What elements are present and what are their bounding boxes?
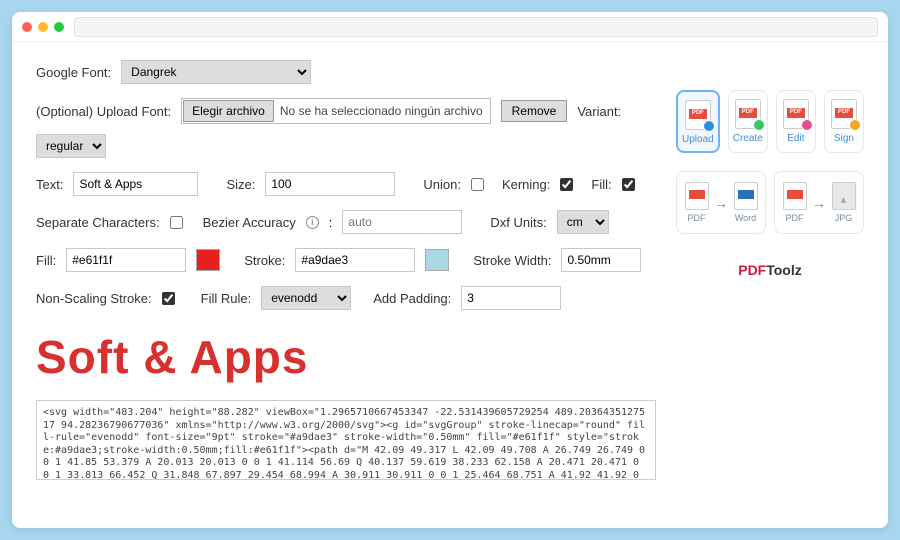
tool-label: Create [733, 133, 763, 144]
window-controls [22, 22, 64, 32]
sign-badge-icon [849, 119, 861, 131]
upload-badge-icon [703, 120, 715, 132]
maximize-icon[interactable] [54, 22, 64, 32]
kerning-label: Kerning: [502, 177, 550, 192]
variant-select[interactable]: regular [36, 134, 106, 158]
conv-to-label: Word [735, 213, 756, 223]
stroke-width-input[interactable] [561, 248, 641, 272]
word-icon [734, 182, 758, 210]
edit-badge-icon [801, 119, 813, 131]
main-form: Google Font: Dangrek (Optional) Upload F… [36, 60, 656, 516]
pdf-icon [831, 99, 857, 129]
tools-row: Upload Create Edit Sign [676, 90, 864, 153]
pdf-icon [685, 182, 709, 210]
fill-input[interactable] [66, 248, 186, 272]
choose-file-button[interactable]: Elegir archivo [183, 100, 274, 122]
conv-from-label: PDF [688, 213, 706, 223]
tool-label: Edit [787, 133, 804, 144]
pdf-icon [685, 100, 711, 130]
jpg-icon [832, 182, 856, 210]
fill-rule-select[interactable]: evenodd [261, 286, 351, 310]
stroke-label: Stroke: [244, 253, 285, 268]
stroke-swatch[interactable] [425, 249, 449, 271]
google-font-label: Google Font: [36, 65, 111, 80]
pdf-icon [735, 99, 761, 129]
conv-from-label: PDF [786, 213, 804, 223]
upload-font-label: (Optional) Upload Font: [36, 104, 171, 119]
convert-pdf-jpg[interactable]: PDF → JPG [774, 171, 864, 234]
fill-label: Fill: [36, 253, 56, 268]
union-checkbox[interactable] [471, 178, 484, 191]
dxf-select[interactable]: cm [557, 210, 609, 234]
brand-toolz: Toolz [766, 262, 802, 278]
minimize-icon[interactable] [38, 22, 48, 32]
content-area: Google Font: Dangrek (Optional) Upload F… [12, 42, 888, 528]
non-scaling-label: Non-Scaling Stroke: [36, 291, 152, 306]
google-font-select[interactable]: Dangrek [121, 60, 311, 84]
padding-label: Add Padding: [373, 291, 451, 306]
title-bar [12, 12, 888, 42]
url-bar[interactable] [74, 17, 878, 37]
padding-input[interactable] [461, 286, 561, 310]
preview-text: Soft & Apps [36, 324, 656, 386]
variant-label: Variant: [577, 104, 621, 119]
brand-logo: PDFToolz [676, 262, 864, 278]
sep-chars-label: Separate Characters: [36, 215, 160, 230]
bezier-label: Bezier Accuracy [203, 215, 296, 230]
dxf-label: Dxf Units: [490, 215, 546, 230]
convert-pdf-word[interactable]: PDF → Word [676, 171, 766, 234]
bezier-input[interactable] [342, 210, 462, 234]
size-input[interactable] [265, 172, 395, 196]
union-label: Union: [423, 177, 461, 192]
tool-edit[interactable]: Edit [776, 90, 816, 153]
fill-toggle-checkbox[interactable] [622, 178, 635, 191]
stroke-width-label: Stroke Width: [473, 253, 551, 268]
app-window: Google Font: Dangrek (Optional) Upload F… [12, 12, 888, 528]
tool-sign[interactable]: Sign [824, 90, 864, 153]
kerning-checkbox[interactable] [560, 178, 573, 191]
conv-to-label: JPG [835, 213, 853, 223]
brand-pdf: PDF [738, 262, 766, 278]
remove-button[interactable]: Remove [501, 100, 568, 122]
size-label: Size: [226, 177, 255, 192]
non-scaling-checkbox[interactable] [162, 292, 175, 305]
svg-output[interactable]: <svg width="483.204" height="88.282" vie… [36, 400, 656, 480]
tool-label: Sign [834, 133, 854, 144]
no-file-text: No se ha seleccionado ningún archivo [274, 104, 489, 118]
create-badge-icon [753, 119, 765, 131]
text-label: Text: [36, 177, 63, 192]
arrow-right-icon: → [812, 195, 826, 211]
pdf-icon [783, 182, 807, 210]
sep-chars-checkbox[interactable] [170, 216, 183, 229]
info-icon[interactable]: i [306, 216, 319, 229]
fill-rule-label: Fill Rule: [201, 291, 252, 306]
fill-toggle-label: Fill: [591, 177, 611, 192]
convert-row: PDF → Word PDF → JPG [676, 171, 864, 234]
tool-create[interactable]: Create [728, 90, 768, 153]
pdf-icon [783, 99, 809, 129]
close-icon[interactable] [22, 22, 32, 32]
stroke-input[interactable] [295, 248, 415, 272]
fill-swatch[interactable] [196, 249, 220, 271]
tool-label: Upload [682, 134, 714, 145]
text-input[interactable] [73, 172, 198, 196]
arrow-right-icon: → [714, 195, 728, 211]
tool-upload[interactable]: Upload [676, 90, 720, 153]
sidebar: Upload Create Edit Sign [676, 90, 864, 516]
